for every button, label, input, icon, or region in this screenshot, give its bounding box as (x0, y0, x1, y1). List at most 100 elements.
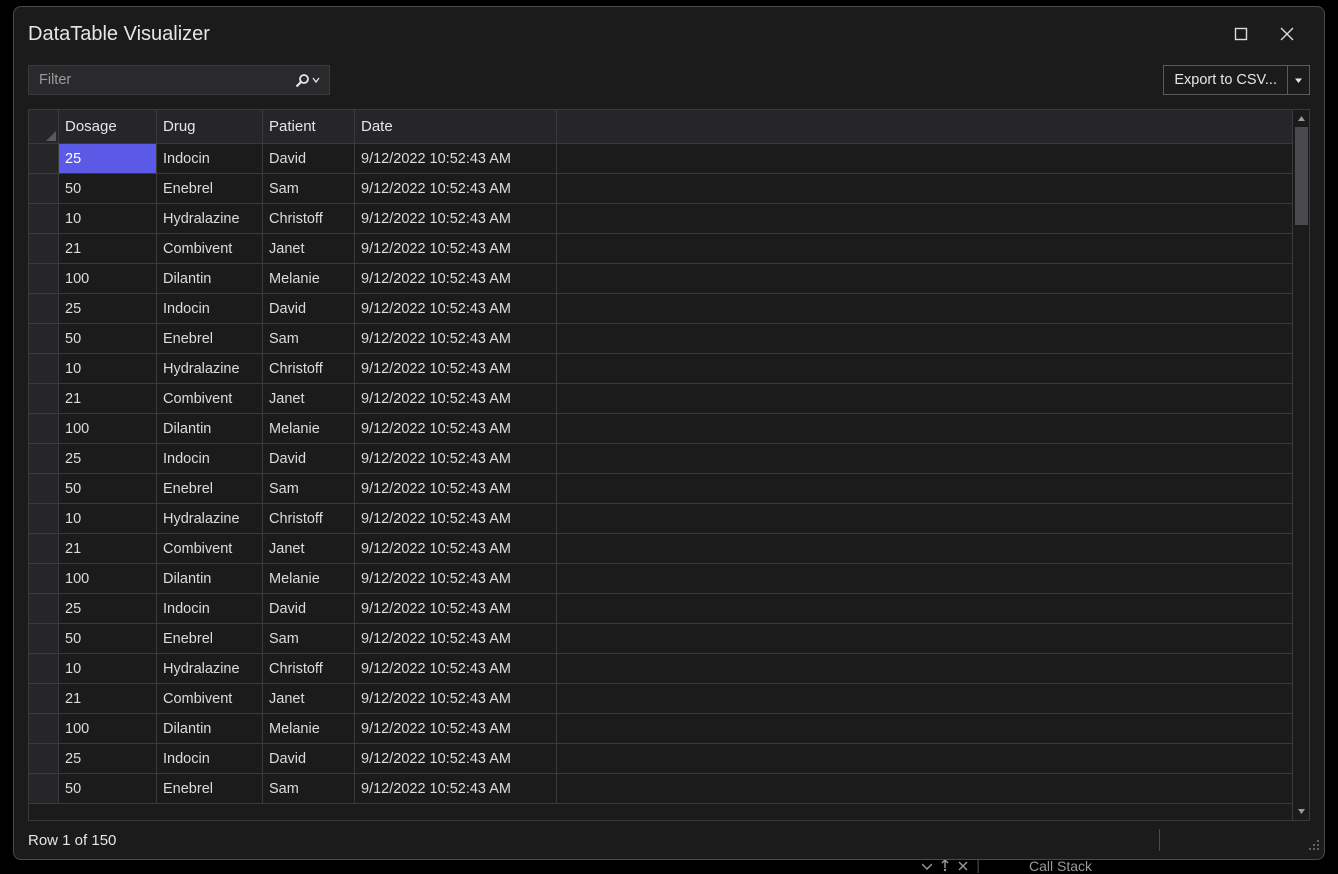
cell-date[interactable]: 9/12/2022 10:52:43 AM (355, 234, 557, 264)
cell-dosage[interactable]: 25 (59, 594, 157, 624)
cell-date[interactable]: 9/12/2022 10:52:43 AM (355, 204, 557, 234)
row-header[interactable] (29, 204, 59, 234)
row-header[interactable] (29, 684, 59, 714)
filter-search-button[interactable] (285, 66, 329, 94)
cell-drug[interactable]: Dilantin (157, 564, 263, 594)
scroll-up-button[interactable] (1293, 110, 1310, 127)
cell-date[interactable]: 9/12/2022 10:52:43 AM (355, 444, 557, 474)
cell-drug[interactable]: Hydralazine (157, 504, 263, 534)
cell-dosage[interactable]: 25 (59, 144, 157, 174)
cell-dosage[interactable]: 21 (59, 684, 157, 714)
cell-patient[interactable]: Christoff (263, 354, 355, 384)
cell-date[interactable]: 9/12/2022 10:52:43 AM (355, 594, 557, 624)
cell-dosage[interactable]: 100 (59, 564, 157, 594)
row-header[interactable] (29, 174, 59, 204)
cell-patient[interactable]: Melanie (263, 714, 355, 744)
cell-drug[interactable]: Combivent (157, 684, 263, 714)
row-header[interactable] (29, 654, 59, 684)
cell-patient[interactable]: David (263, 144, 355, 174)
cell-date[interactable]: 9/12/2022 10:52:43 AM (355, 534, 557, 564)
cell-drug[interactable]: Enebrel (157, 174, 263, 204)
cell-dosage[interactable]: 10 (59, 354, 157, 384)
cell-date[interactable]: 9/12/2022 10:52:43 AM (355, 174, 557, 204)
cell-drug[interactable]: Hydralazine (157, 204, 263, 234)
row-header[interactable] (29, 324, 59, 354)
cell-drug[interactable]: Indocin (157, 594, 263, 624)
cell-date[interactable]: 9/12/2022 10:52:43 AM (355, 414, 557, 444)
cell-drug[interactable]: Dilantin (157, 414, 263, 444)
cell-drug[interactable]: Combivent (157, 234, 263, 264)
row-header[interactable] (29, 774, 59, 804)
cell-patient[interactable]: Sam (263, 474, 355, 504)
cell-drug[interactable]: Dilantin (157, 264, 263, 294)
row-header[interactable] (29, 384, 59, 414)
row-header[interactable] (29, 744, 59, 774)
cell-date[interactable]: 9/12/2022 10:52:43 AM (355, 384, 557, 414)
row-header[interactable] (29, 414, 59, 444)
cell-drug[interactable]: Indocin (157, 744, 263, 774)
column-header-drug[interactable]: Drug (157, 110, 263, 144)
cell-patient[interactable]: Sam (263, 174, 355, 204)
cell-patient[interactable]: David (263, 294, 355, 324)
cell-drug[interactable]: Combivent (157, 384, 263, 414)
cell-patient[interactable]: Christoff (263, 204, 355, 234)
cell-date[interactable]: 9/12/2022 10:52:43 AM (355, 714, 557, 744)
cell-patient[interactable]: Melanie (263, 564, 355, 594)
cell-drug[interactable]: Enebrel (157, 324, 263, 354)
cell-dosage[interactable]: 100 (59, 714, 157, 744)
cell-dosage[interactable]: 50 (59, 474, 157, 504)
row-header[interactable] (29, 354, 59, 384)
cell-patient[interactable]: Janet (263, 384, 355, 414)
cell-patient[interactable]: Janet (263, 684, 355, 714)
select-all-corner[interactable] (29, 110, 59, 144)
row-header[interactable] (29, 564, 59, 594)
cell-dosage[interactable]: 50 (59, 774, 157, 804)
cell-patient[interactable]: Janet (263, 234, 355, 264)
cell-date[interactable]: 9/12/2022 10:52:43 AM (355, 324, 557, 354)
cell-drug[interactable]: Indocin (157, 294, 263, 324)
row-header[interactable] (29, 594, 59, 624)
row-header[interactable] (29, 234, 59, 264)
cell-dosage[interactable]: 21 (59, 234, 157, 264)
cell-dosage[interactable]: 100 (59, 264, 157, 294)
cell-drug[interactable]: Hydralazine (157, 654, 263, 684)
filter-input[interactable] (29, 72, 285, 88)
cell-date[interactable]: 9/12/2022 10:52:43 AM (355, 504, 557, 534)
cell-dosage[interactable]: 25 (59, 294, 157, 324)
row-header[interactable] (29, 624, 59, 654)
cell-dosage[interactable]: 25 (59, 444, 157, 474)
cell-date[interactable]: 9/12/2022 10:52:43 AM (355, 624, 557, 654)
cell-date[interactable]: 9/12/2022 10:52:43 AM (355, 294, 557, 324)
cell-date[interactable]: 9/12/2022 10:52:43 AM (355, 474, 557, 504)
cell-dosage[interactable]: 25 (59, 744, 157, 774)
cell-patient[interactable]: Christoff (263, 654, 355, 684)
scrollbar-thumb[interactable] (1295, 127, 1308, 225)
cell-date[interactable]: 9/12/2022 10:52:43 AM (355, 264, 557, 294)
cell-drug[interactable]: Enebrel (157, 474, 263, 504)
vertical-scrollbar[interactable] (1292, 110, 1309, 820)
cell-dosage[interactable]: 50 (59, 174, 157, 204)
cell-patient[interactable]: Sam (263, 324, 355, 354)
row-header[interactable] (29, 534, 59, 564)
cell-patient[interactable]: Melanie (263, 414, 355, 444)
cell-patient[interactable]: David (263, 444, 355, 474)
cell-date[interactable]: 9/12/2022 10:52:43 AM (355, 774, 557, 804)
cell-drug[interactable]: Enebrel (157, 774, 263, 804)
cell-patient[interactable]: Melanie (263, 264, 355, 294)
row-header[interactable] (29, 504, 59, 534)
cell-drug[interactable]: Enebrel (157, 624, 263, 654)
cell-dosage[interactable]: 21 (59, 384, 157, 414)
cell-patient[interactable]: Christoff (263, 504, 355, 534)
cell-dosage[interactable]: 50 (59, 324, 157, 354)
cell-date[interactable]: 9/12/2022 10:52:43 AM (355, 684, 557, 714)
export-dropdown[interactable] (1287, 66, 1309, 94)
column-header-patient[interactable]: Patient (263, 110, 355, 144)
cell-dosage[interactable]: 21 (59, 534, 157, 564)
cell-patient[interactable]: Sam (263, 624, 355, 654)
cell-patient[interactable]: Sam (263, 774, 355, 804)
row-header[interactable] (29, 144, 59, 174)
cell-dosage[interactable]: 10 (59, 654, 157, 684)
cell-drug[interactable]: Indocin (157, 144, 263, 174)
cell-dosage[interactable]: 10 (59, 204, 157, 234)
resize-grip[interactable] (1306, 837, 1320, 855)
